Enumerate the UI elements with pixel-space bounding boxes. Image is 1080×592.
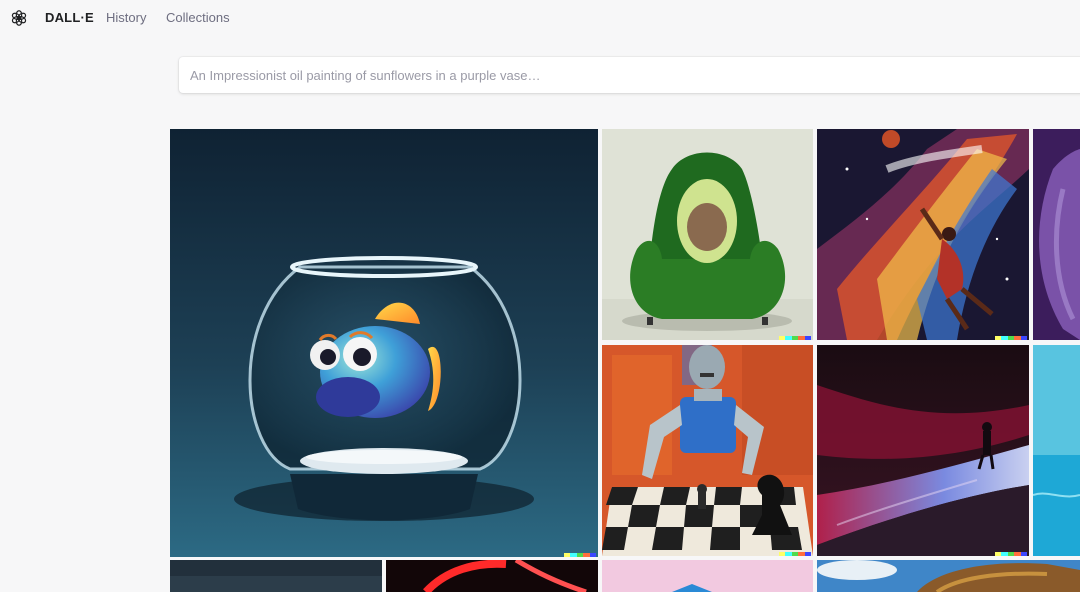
gallery-item-robot-chess[interactable] xyxy=(602,345,813,556)
gallery-item-cosmic-dunk[interactable] xyxy=(817,129,1029,340)
dalle-signature xyxy=(779,552,812,556)
sky-image xyxy=(817,560,1080,592)
dark-image xyxy=(170,560,382,592)
nav-history[interactable]: History xyxy=(106,10,146,26)
openai-logo-icon[interactable] xyxy=(10,9,28,27)
dalle-signature xyxy=(995,552,1028,556)
gallery-item-avocado-chair[interactable] xyxy=(602,129,813,340)
gallery-item-neon[interactable] xyxy=(386,560,598,592)
fish-bowl-image xyxy=(170,129,598,557)
cosmic-dunk-image xyxy=(817,129,1029,340)
robot-chess-image xyxy=(602,345,813,556)
gallery-item-pink-scene[interactable] xyxy=(602,560,813,592)
prompt-box xyxy=(179,57,1080,93)
gallery-item-sky-food[interactable] xyxy=(817,560,1080,592)
nav-collections[interactable]: Collections xyxy=(166,10,230,26)
gallery-item-purple-creature[interactable] xyxy=(1033,129,1080,340)
gallery-item-dark-scene[interactable] xyxy=(170,560,382,592)
dune-figure-image xyxy=(817,345,1029,556)
pink-image xyxy=(602,560,813,592)
gallery-item-dune-figure[interactable] xyxy=(817,345,1029,556)
gallery-item-fish-bowl[interactable] xyxy=(170,129,598,557)
purple-fur-image xyxy=(1033,129,1080,340)
dalle-signature xyxy=(564,553,597,557)
avocado-chair-image xyxy=(602,129,813,340)
nav-dalle-home[interactable]: DALL·E xyxy=(45,10,94,26)
top-navigation: DALL·E History Collections xyxy=(0,0,1080,36)
gallery-item-ocean[interactable] xyxy=(1033,345,1080,556)
ocean-image xyxy=(1033,345,1080,556)
prompt-input[interactable] xyxy=(179,57,1070,93)
neon-image xyxy=(386,560,598,592)
dalle-signature xyxy=(779,336,812,340)
dalle-signature xyxy=(995,336,1028,340)
